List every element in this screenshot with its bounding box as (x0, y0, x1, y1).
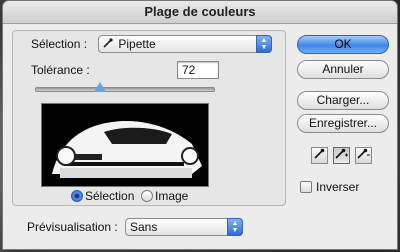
eyedropper-icon (103, 36, 115, 52)
preview-mode-value: Sans (130, 220, 158, 234)
preview-mode-popup[interactable]: Sans ▲ ▼ (125, 218, 243, 236)
invert-label: Inverser (316, 180, 360, 194)
popup-arrows-icon: ▲ ▼ (227, 218, 243, 236)
eyedropper-minus-button[interactable] (355, 147, 372, 164)
radio-image[interactable] (141, 190, 153, 202)
eyedropper-button[interactable] (311, 147, 328, 164)
dialog-title: Plage de couleurs (3, 1, 397, 24)
popup-arrows-icon: ▲ ▼ (256, 35, 272, 53)
invert-checkbox[interactable] (300, 181, 312, 193)
cancel-button[interactable]: Annuler (297, 60, 389, 79)
selection-label: Sélection : (31, 37, 88, 51)
tolerance-slider-thumb[interactable] (93, 82, 106, 92)
tolerance-slider[interactable] (35, 87, 215, 92)
eyedropper-plus-icon (335, 148, 348, 162)
eyedropper-plus-button[interactable] (333, 147, 350, 164)
selection-popup[interactable]: Pipette ▲ ▼ (98, 35, 272, 53)
save-button[interactable]: Enregistrer... (297, 114, 389, 133)
radio-selection-label: Sélection (85, 189, 135, 203)
load-button[interactable]: Charger... (297, 91, 389, 110)
ok-button[interactable]: OK (297, 35, 389, 54)
radio-selection[interactable] (71, 190, 83, 202)
color-range-dialog: Plage de couleurs Sélection : Pipette ▲ ▼… (3, 1, 397, 249)
eyedropper-icon (314, 148, 325, 162)
selection-preview (41, 103, 209, 187)
selection-value: Pipette (118, 37, 156, 51)
selection-group: Sélection : Pipette ▲ ▼ Tolérance : 72 S… (12, 30, 286, 206)
tolerance-field[interactable]: 72 (177, 61, 219, 79)
eyedropper-minus-icon (357, 148, 370, 162)
radio-image-label: Image (155, 189, 189, 203)
preview-mode-label: Prévisualisation : (27, 220, 118, 234)
tolerance-label: Tolérance : (31, 63, 90, 77)
